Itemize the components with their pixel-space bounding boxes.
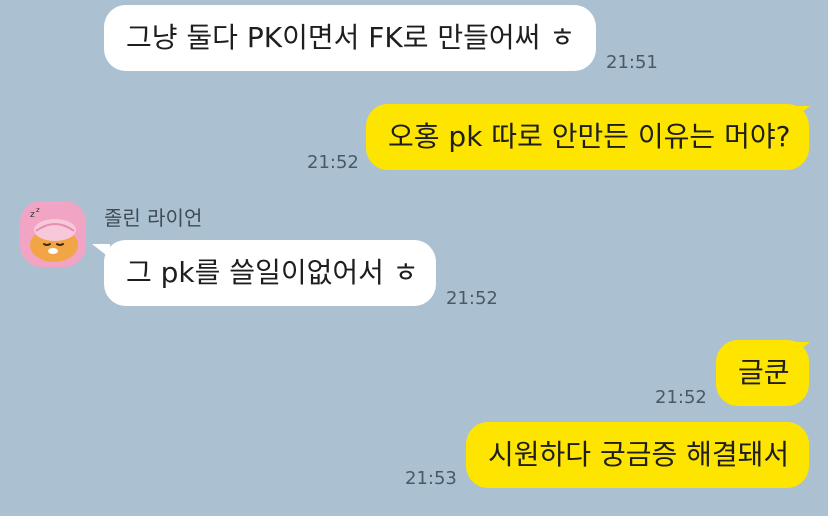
bubble-tail [792, 106, 810, 120]
sender-name: 졸린 라이언 [104, 206, 203, 230]
message-text: 그 pk를 쓸일이없어서 ㅎ [126, 256, 419, 289]
avatar[interactable]: z z [20, 201, 86, 267]
message-text: 그냥 둘다 PK이면서 FK로 만들어써 ㅎ [126, 21, 576, 54]
message-time: 21:52 [446, 288, 498, 309]
message-time: 21:52 [655, 387, 707, 408]
svg-text:z: z [36, 206, 40, 214]
message-text: 시원하다 궁금증 해결돼서 [488, 438, 790, 471]
message-bubble-outgoing[interactable]: 시원하다 궁금증 해결돼서 [466, 422, 809, 488]
message-time: 21:52 [307, 152, 359, 173]
message-bubble-incoming[interactable]: 그냥 둘다 PK이면서 FK로 만들어써 ㅎ [104, 5, 596, 71]
message-bubble-outgoing[interactable]: 오홍 pk 따로 안만든 이유는 머야? [366, 104, 809, 170]
message-time: 21:53 [405, 468, 457, 489]
message-text: 글쿤 [738, 356, 790, 389]
svg-text:z: z [30, 210, 35, 220]
sleepy-lion-icon: z z [20, 201, 86, 267]
chat-message-list[interactable]: 그냥 둘다 PK이면서 FK로 만들어써 ㅎ 21:51 오홍 pk 따로 안만… [0, 0, 828, 516]
message-time: 21:51 [606, 52, 658, 73]
bubble-tail [792, 342, 810, 356]
message-text: 오홍 pk 따로 안만든 이유는 머야? [388, 120, 791, 153]
message-bubble-incoming[interactable]: 그 pk를 쓸일이없어서 ㅎ [104, 240, 436, 306]
bubble-tail [92, 244, 110, 258]
